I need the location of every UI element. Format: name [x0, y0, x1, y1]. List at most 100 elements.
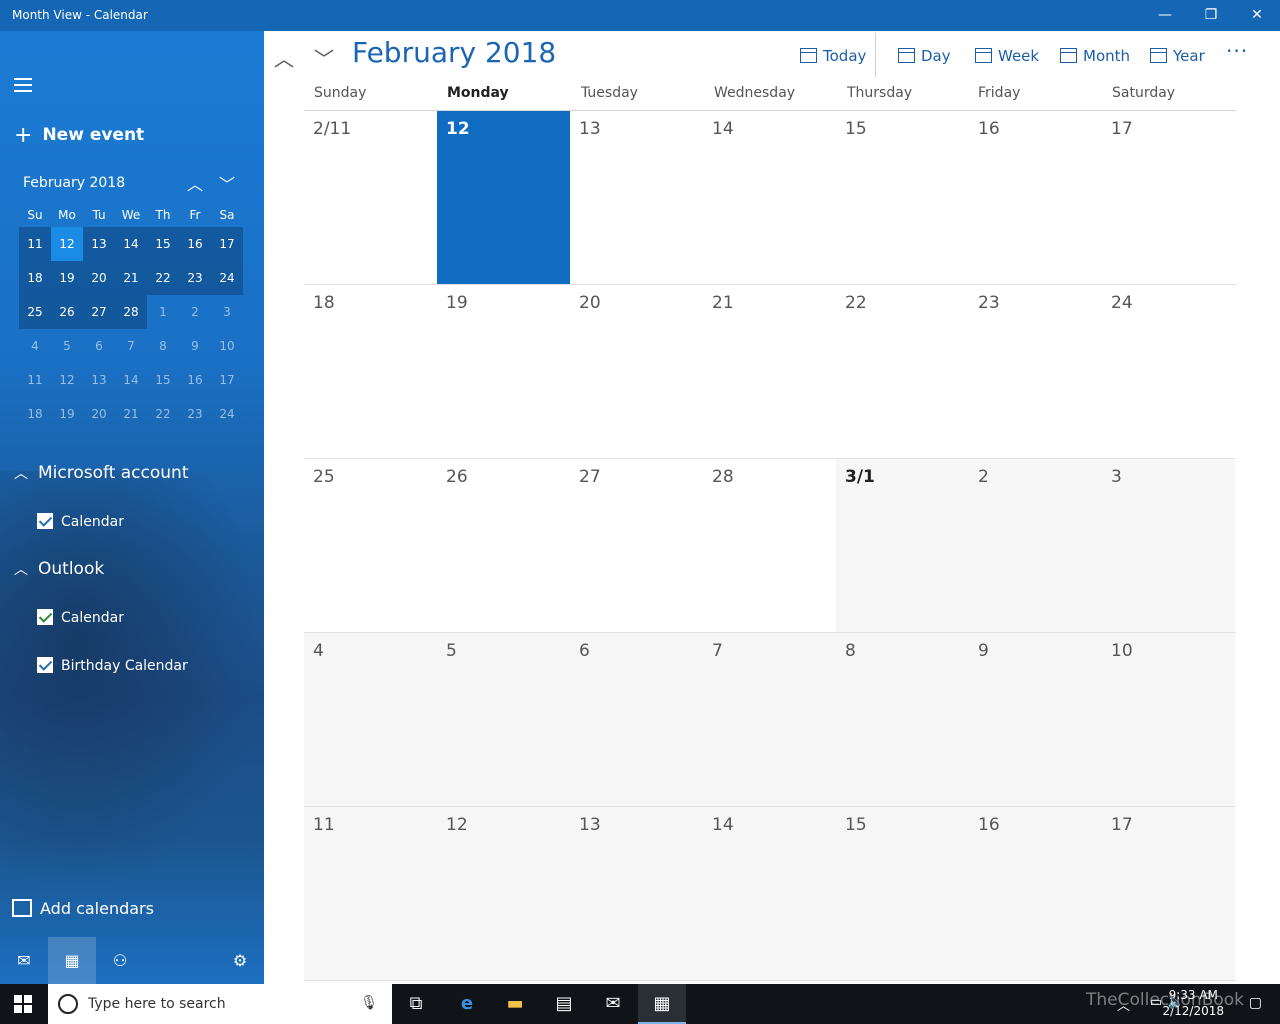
mini-day-cell[interactable]: 15	[147, 227, 179, 261]
day-cell[interactable]: 11	[304, 807, 437, 980]
mini-day-cell[interactable]: 18	[19, 261, 51, 295]
add-calendars-button[interactable]: Add calendars	[12, 899, 154, 918]
taskbar-search-box[interactable]: Type here to search 🎙	[48, 984, 392, 1024]
day-cell[interactable]: 6	[570, 633, 703, 806]
mini-day-cell[interactable]: 20	[83, 261, 115, 295]
calendar-item-birthday-calendar[interactable]: Birthday Calendar	[37, 657, 188, 674]
mini-day-cell[interactable]: 11	[19, 227, 51, 261]
mini-day-cell[interactable]: 18	[19, 397, 51, 431]
mini-day-cell[interactable]: 6	[83, 329, 115, 363]
mini-calendar-prev-icon[interactable]: ︿	[184, 171, 206, 195]
people-icon[interactable]: ⚇	[96, 937, 144, 984]
checkbox-checked-icon[interactable]	[37, 657, 53, 673]
day-cell[interactable]: 27	[570, 459, 703, 632]
day-cell[interactable]: 17	[1102, 807, 1235, 980]
microphone-icon[interactable]: 🎙	[360, 995, 378, 1011]
mail-app-icon[interactable]: ✉	[589, 984, 637, 1024]
next-month-icon[interactable]: ﹀	[310, 43, 338, 72]
mini-day-cell[interactable]: 5	[51, 329, 83, 363]
mini-day-cell[interactable]: 25	[19, 295, 51, 329]
day-cell[interactable]: 17	[1102, 111, 1235, 284]
mini-calendar-next-icon[interactable]: ﹀	[216, 171, 238, 195]
mini-day-cell[interactable]: 27	[83, 295, 115, 329]
action-center-icon[interactable]: ▢	[1249, 995, 1262, 1011]
account-microsoft[interactable]: ︿ Microsoft account	[14, 463, 189, 483]
mini-day-cell[interactable]: 19	[51, 397, 83, 431]
month-title[interactable]: February 2018	[352, 36, 556, 69]
mini-day-cell[interactable]: 11	[19, 363, 51, 397]
day-cell[interactable]: 28	[703, 459, 836, 632]
mini-day-cell[interactable]: 20	[83, 397, 115, 431]
close-button[interactable]: ✕	[1234, 0, 1280, 31]
mini-day-cell[interactable]: 1	[147, 295, 179, 329]
mini-day-cell[interactable]: 14	[115, 227, 147, 261]
mini-day-cell[interactable]: 4	[19, 329, 51, 363]
calendar-item-outlook-calendar[interactable]: Calendar	[37, 609, 124, 626]
settings-gear-icon[interactable]: ⚙	[216, 937, 264, 984]
mini-day-cell[interactable]: 17	[211, 363, 243, 397]
mini-day-cell[interactable]: 16	[179, 363, 211, 397]
mini-day-cell[interactable]: 22	[147, 261, 179, 295]
day-cell[interactable]: 3/1	[836, 459, 969, 632]
day-cell[interactable]: 12	[437, 807, 570, 980]
mini-day-cell[interactable]: 23	[179, 397, 211, 431]
calendar-app-icon[interactable]: ▦	[638, 984, 686, 1024]
day-cell[interactable]: 18	[304, 285, 437, 458]
edge-browser-icon[interactable]: e	[443, 984, 491, 1024]
mini-day-cell[interactable]: 12	[51, 227, 83, 261]
mini-day-cell[interactable]: 13	[83, 227, 115, 261]
day-cell[interactable]: 13	[570, 807, 703, 980]
task-view-icon[interactable]: ⧉	[392, 984, 440, 1024]
mini-day-cell[interactable]: 7	[115, 329, 147, 363]
hamburger-menu-icon[interactable]	[14, 78, 32, 96]
mini-day-cell[interactable]: 9	[179, 329, 211, 363]
day-cell[interactable]: 4	[304, 633, 437, 806]
mini-day-cell[interactable]: 28	[115, 295, 147, 329]
previous-month-icon[interactable]: ︿	[270, 43, 298, 72]
account-outlook[interactable]: ︿ Outlook	[14, 559, 104, 579]
volume-icon[interactable]: 🔈	[1168, 995, 1184, 1010]
checkbox-checked-icon[interactable]	[37, 513, 53, 529]
day-cell[interactable]: 14	[703, 111, 836, 284]
day-cell[interactable]: 7	[703, 633, 836, 806]
month-view-button[interactable]: Month	[1060, 47, 1130, 65]
day-cell[interactable]: 2/11	[304, 111, 437, 284]
windows-start-icon[interactable]	[14, 995, 32, 1013]
mini-day-cell[interactable]: 2	[179, 295, 211, 329]
restore-button[interactable]: ❐	[1188, 0, 1234, 31]
calendar-item-microsoft-calendar[interactable]: Calendar	[37, 513, 124, 530]
mini-day-cell[interactable]: 26	[51, 295, 83, 329]
mini-day-cell[interactable]: 16	[179, 227, 211, 261]
mini-day-cell[interactable]: 15	[147, 363, 179, 397]
more-options-icon[interactable]: ···	[1226, 39, 1248, 63]
day-cell[interactable]: 16	[969, 807, 1102, 980]
network-icon[interactable]: ▭	[1150, 995, 1162, 1010]
chevron-up-icon[interactable]: ︿	[1117, 995, 1130, 1014]
mini-day-cell[interactable]: 21	[115, 261, 147, 295]
day-cell[interactable]: 22	[836, 285, 969, 458]
checkbox-checked-icon[interactable]	[37, 609, 53, 625]
mini-day-cell[interactable]: 24	[211, 261, 243, 295]
mini-day-cell[interactable]: 17	[211, 227, 243, 261]
mini-day-cell[interactable]: 24	[211, 397, 243, 431]
day-cell[interactable]: 24	[1102, 285, 1235, 458]
day-cell[interactable]: 13	[570, 111, 703, 284]
today-button[interactable]: Today	[800, 47, 866, 65]
day-cell[interactable]: 19	[437, 285, 570, 458]
minimize-button[interactable]: —	[1142, 0, 1188, 31]
mini-day-cell[interactable]: 19	[51, 261, 83, 295]
week-view-button[interactable]: Week	[975, 47, 1039, 65]
mini-day-cell[interactable]: 21	[115, 397, 147, 431]
mini-day-cell[interactable]: 14	[115, 363, 147, 397]
day-cell[interactable]: 23	[969, 285, 1102, 458]
mini-day-cell[interactable]: 3	[211, 295, 243, 329]
year-view-button[interactable]: Year	[1150, 47, 1205, 65]
day-cell[interactable]: 20	[570, 285, 703, 458]
mini-day-cell[interactable]: 8	[147, 329, 179, 363]
mini-day-cell[interactable]: 13	[83, 363, 115, 397]
day-cell[interactable]: 5	[437, 633, 570, 806]
mini-day-cell[interactable]: 12	[51, 363, 83, 397]
mini-day-cell[interactable]: 10	[211, 329, 243, 363]
day-cell[interactable]: 16	[969, 111, 1102, 284]
day-view-button[interactable]: Day	[898, 47, 951, 65]
